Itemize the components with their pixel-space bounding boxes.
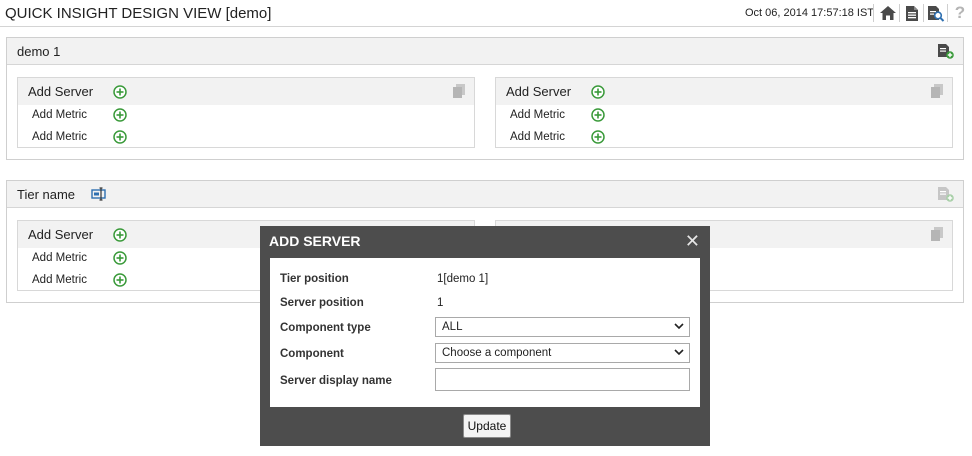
server-display-name-label: Server display name	[280, 375, 392, 387]
add-metric-plus-icon[interactable]	[113, 108, 127, 122]
metric-row: Add Metric	[496, 127, 952, 149]
add-metric-plus-icon[interactable]	[113, 130, 127, 144]
add-metric-label[interactable]: Add Metric	[32, 131, 87, 143]
rename-tier-icon[interactable]	[91, 187, 107, 206]
tier-header: demo 1	[7, 38, 963, 65]
component-type-value: ALL	[442, 321, 463, 333]
component-type-select[interactable]: ALL	[435, 317, 690, 337]
help-icon[interactable]: ?	[949, 3, 971, 23]
update-button[interactable]: Update	[463, 414, 511, 438]
home-icon[interactable]	[877, 3, 899, 23]
tier-position-label: Tier position	[280, 273, 349, 285]
add-metric-plus-icon[interactable]	[113, 273, 127, 287]
report-icon[interactable]	[901, 3, 923, 23]
divider	[899, 4, 900, 22]
component-label: Component	[280, 348, 344, 360]
add-metric-label[interactable]: Add Metric	[510, 131, 565, 143]
add-metric-label[interactable]: Add Metric	[32, 109, 87, 121]
add-metric-label[interactable]: Add Metric	[510, 109, 565, 121]
add-metric-label[interactable]: Add Metric	[32, 274, 87, 286]
server-panel: Add Server Add Metric Add Metric	[17, 77, 475, 148]
chevron-down-icon	[674, 347, 684, 360]
metric-row: Add Metric	[496, 105, 952, 127]
server-panel: Add Server Add Metric Add Metric	[495, 77, 953, 148]
server-header: Add Server	[496, 78, 952, 105]
add-server-doc-icon[interactable]	[937, 186, 955, 207]
component-select[interactable]: Choose a component	[435, 343, 690, 363]
metric-row: Add Metric	[18, 127, 474, 149]
component-type-label: Component type	[280, 322, 371, 334]
search-report-icon[interactable]	[925, 3, 947, 23]
tier-header: Tier name	[7, 181, 963, 208]
add-metric-plus-icon[interactable]	[591, 130, 605, 144]
tier-panel: demo 1 Add Server Add Metric Add Metric	[6, 37, 964, 160]
page-title: QUICK INSIGHT DESIGN VIEW [demo]	[5, 5, 272, 22]
add-server-plus-icon[interactable]	[113, 85, 127, 99]
top-bar: QUICK INSIGHT DESIGN VIEW [demo] Oct 06,…	[0, 0, 972, 27]
divider	[947, 4, 948, 22]
add-server-label[interactable]: Add Server	[506, 84, 571, 99]
server-display-name-input[interactable]	[435, 368, 690, 391]
add-metric-plus-icon[interactable]	[591, 108, 605, 122]
dialog-body: Tier position 1[demo 1] Server position …	[270, 258, 700, 407]
copy-icon[interactable]	[930, 83, 944, 104]
add-server-doc-icon[interactable]	[937, 43, 955, 64]
server-header: Add Server	[18, 78, 474, 105]
metric-row: Add Metric	[18, 105, 474, 127]
tier-title: Tier name	[17, 187, 76, 202]
add-server-label[interactable]: Add Server	[28, 227, 93, 242]
add-server-plus-icon[interactable]	[591, 85, 605, 99]
add-server-plus-icon[interactable]	[113, 228, 127, 242]
copy-icon[interactable]	[452, 83, 466, 104]
divider	[873, 4, 874, 22]
add-server-dialog: ADD SERVER ✕ Tier position 1[demo 1] Ser…	[260, 226, 710, 446]
copy-icon[interactable]	[930, 226, 944, 247]
add-server-label[interactable]: Add Server	[28, 84, 93, 99]
divider	[923, 4, 924, 22]
dialog-title: ADD SERVER	[269, 233, 361, 249]
add-metric-plus-icon[interactable]	[113, 251, 127, 265]
add-metric-label[interactable]: Add Metric	[32, 252, 87, 264]
chevron-down-icon	[674, 321, 684, 334]
tier-position-value: 1[demo 1]	[437, 273, 489, 285]
tier-title: demo 1	[17, 44, 61, 59]
server-position-value: 1	[437, 297, 444, 309]
close-icon[interactable]: ✕	[685, 231, 700, 252]
server-position-label: Server position	[280, 297, 364, 309]
datetime-display: Oct 06, 2014 17:57:18 IST	[745, 7, 875, 19]
component-value: Choose a component	[442, 347, 552, 359]
